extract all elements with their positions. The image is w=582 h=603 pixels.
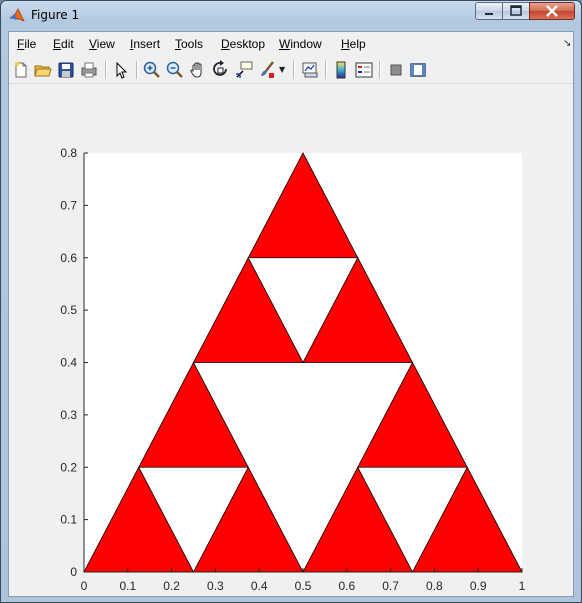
- colorbar-icon[interactable]: [331, 60, 351, 80]
- menu-edit[interactable]: Edit: [53, 37, 74, 51]
- menu-view[interactable]: View: [89, 37, 115, 51]
- hide-plot-tools-icon[interactable]: [386, 60, 406, 80]
- figure-canvas[interactable]: 0 0.1 0.2 0.3 0.4 0.5 0.6 0.7 0.8 0.9 1 0 0.1 0.2 0.3…: [9, 84, 573, 596]
- x-tick-label: 0.7: [382, 579, 399, 593]
- x-tick-label: 0.5: [295, 579, 312, 593]
- toolbar-separator: [379, 61, 381, 79]
- window-title: Figure 1: [31, 8, 80, 22]
- menu-desktop[interactable]: Desktop: [221, 37, 265, 51]
- x-tick-label: 0.4: [251, 579, 268, 593]
- menu-bar: File Edit View Insert Tools Desktop Wind…: [9, 32, 573, 56]
- y-tick-label: 0.7: [60, 198, 77, 212]
- legend-icon[interactable]: [354, 60, 374, 80]
- save-icon[interactable]: [56, 60, 76, 80]
- menu-insert[interactable]: Insert: [130, 37, 160, 51]
- plot-svg[interactable]: 0 0.1 0.2 0.3 0.4 0.5 0.6 0.7 0.8 0.9 1 0 0.1 0.2 0.3…: [9, 84, 573, 596]
- show-plot-tools-icon[interactable]: [408, 60, 428, 80]
- figure-window: Figure 1 File Edit View Insert Tools Des…: [0, 0, 582, 603]
- menu-tools[interactable]: Tools: [175, 37, 203, 51]
- new-figure-icon[interactable]: [11, 60, 31, 80]
- data-cursor-icon[interactable]: [234, 60, 254, 80]
- x-tick-label: 0.2: [163, 579, 180, 593]
- y-tick-label: 0: [70, 565, 77, 579]
- link-plot-icon[interactable]: [300, 60, 320, 80]
- y-tick-label: 0.8: [60, 146, 77, 160]
- x-tick-label: 0.6: [338, 579, 355, 593]
- pan-icon[interactable]: [188, 60, 208, 80]
- dock-arrow-icon[interactable]: ↘: [563, 38, 571, 49]
- toolbar-separator: [293, 61, 295, 79]
- x-tick-label: 0.8: [426, 579, 443, 593]
- maximize-icon: [510, 5, 522, 16]
- zoom-in-icon[interactable]: [142, 60, 162, 80]
- matlab-logo-icon: [9, 8, 25, 24]
- brush-icon[interactable]: [257, 60, 277, 80]
- print-icon[interactable]: [79, 60, 99, 80]
- toolbar-separator: [105, 61, 107, 79]
- maximize-button[interactable]: [502, 2, 530, 20]
- menu-file[interactable]: File: [17, 37, 36, 51]
- x-tick-label: 0.3: [207, 579, 224, 593]
- x-tick-label: 0: [81, 579, 88, 593]
- y-tick-label: 0.3: [60, 408, 77, 422]
- minimize-icon: [485, 13, 493, 15]
- y-tick-label: 0.2: [60, 460, 77, 474]
- close-button[interactable]: [529, 2, 575, 20]
- menu-help[interactable]: Help: [341, 37, 366, 51]
- rotate-3d-icon[interactable]: [211, 60, 231, 80]
- y-tick-label: 0.5: [60, 303, 77, 317]
- toolbar-separator: [325, 61, 327, 79]
- open-file-icon[interactable]: [33, 60, 53, 80]
- figure-client-area: File Edit View Insert Tools Desktop Wind…: [8, 31, 574, 597]
- x-tick-label: 0.9: [470, 579, 487, 593]
- zoom-out-icon[interactable]: [165, 60, 185, 80]
- close-icon: [546, 5, 558, 17]
- minimize-button[interactable]: [475, 2, 503, 20]
- x-tick-label: 0.1: [119, 579, 136, 593]
- figure-toolbar: ▼: [9, 56, 573, 84]
- toolbar-separator: [136, 61, 138, 79]
- y-tick-label: 0.4: [60, 356, 77, 370]
- x-tick-label: 1: [519, 579, 526, 593]
- menu-window[interactable]: Window: [279, 37, 322, 51]
- y-tick-label: 0.6: [60, 251, 77, 265]
- y-tick-label: 0.1: [60, 513, 77, 527]
- title-bar[interactable]: Figure 1: [1, 1, 581, 31]
- edit-plot-icon[interactable]: [111, 60, 131, 80]
- brush-dropdown-icon[interactable]: ▼: [279, 65, 285, 74]
